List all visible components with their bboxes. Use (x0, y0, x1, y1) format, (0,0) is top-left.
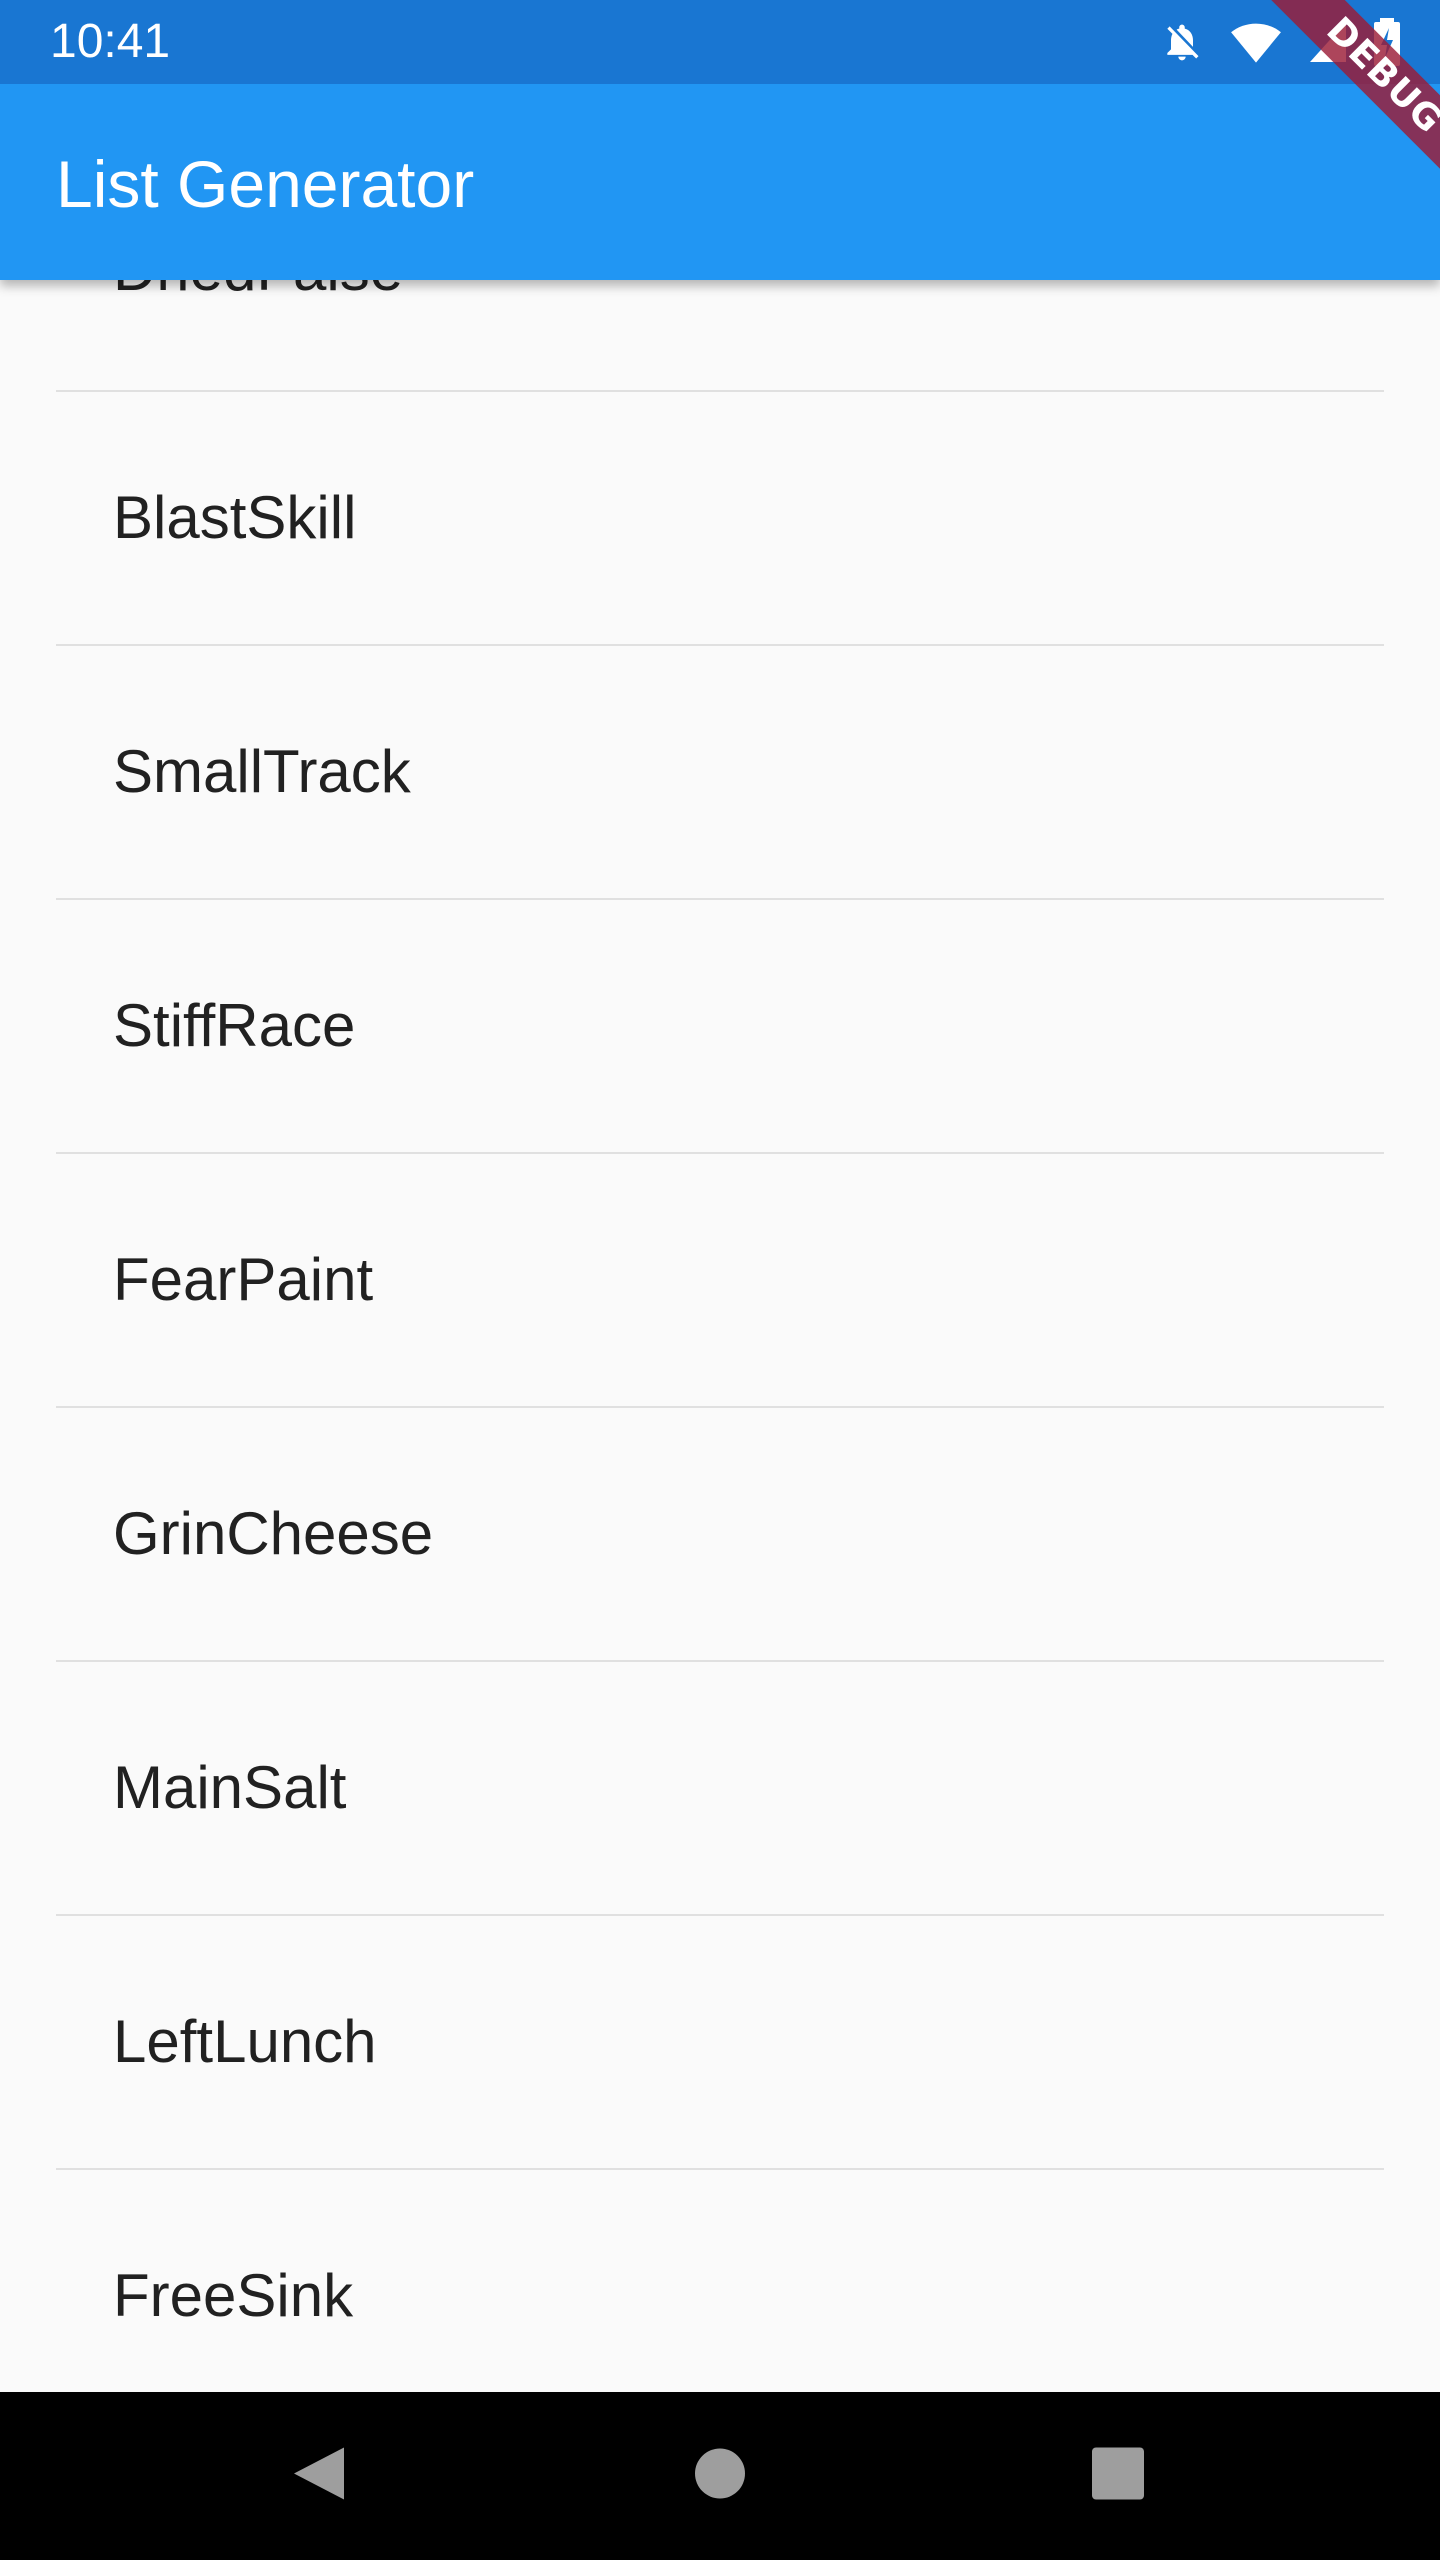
home-icon (694, 2448, 746, 2505)
list-item-label: BlastSkill (113, 484, 357, 551)
app-title: List Generator (56, 147, 475, 221)
status-bar: 10:41 (0, 0, 1440, 84)
battery-charging-icon (1374, 18, 1400, 66)
list-item-label: SmallTrack (113, 738, 411, 805)
list-item[interactable]: GrinCheese (0, 1408, 1440, 1660)
list-item[interactable]: MainSalt (0, 1662, 1440, 1914)
recents-button[interactable] (1092, 2447, 1144, 2505)
navigation-bar (0, 2392, 1440, 2560)
back-button[interactable] (290, 2444, 346, 2509)
back-icon (290, 2444, 346, 2509)
list-item[interactable]: FreeSink (0, 2170, 1440, 2422)
list-item-label: LeftLunch (113, 2008, 377, 2075)
list-item-label: MainSalt (113, 1754, 347, 1821)
list-item[interactable]: SmallTrack (0, 646, 1440, 898)
cell-signal-icon (1308, 20, 1348, 64)
list-item-label: GrinCheese (113, 1500, 434, 1567)
list-item-label: FearPaint (113, 1246, 374, 1313)
word-list: DriedFalse BlastSkill SmallTrack StiffRa… (0, 140, 1440, 2422)
wifi-icon (1230, 20, 1282, 64)
recents-icon (1092, 2447, 1144, 2505)
notifications-off-icon (1160, 18, 1204, 66)
list-item[interactable]: FearPaint (0, 1154, 1440, 1406)
list-item-label: FreeSink (113, 2262, 354, 2329)
app-bar: List Generator (0, 84, 1440, 280)
status-icons (1160, 16, 1400, 68)
list-item-label: StiffRace (113, 992, 356, 1059)
app-screen: 10:41 List Generator DEBUG BlastSkill Sm… (0, 0, 1440, 2560)
status-time: 10:41 (50, 15, 171, 68)
home-button[interactable] (694, 2448, 746, 2505)
list-item[interactable]: LeftLunch (0, 1916, 1440, 2168)
list-item[interactable]: BlastSkill (0, 392, 1440, 644)
list-item[interactable]: StiffRace (0, 900, 1440, 1152)
